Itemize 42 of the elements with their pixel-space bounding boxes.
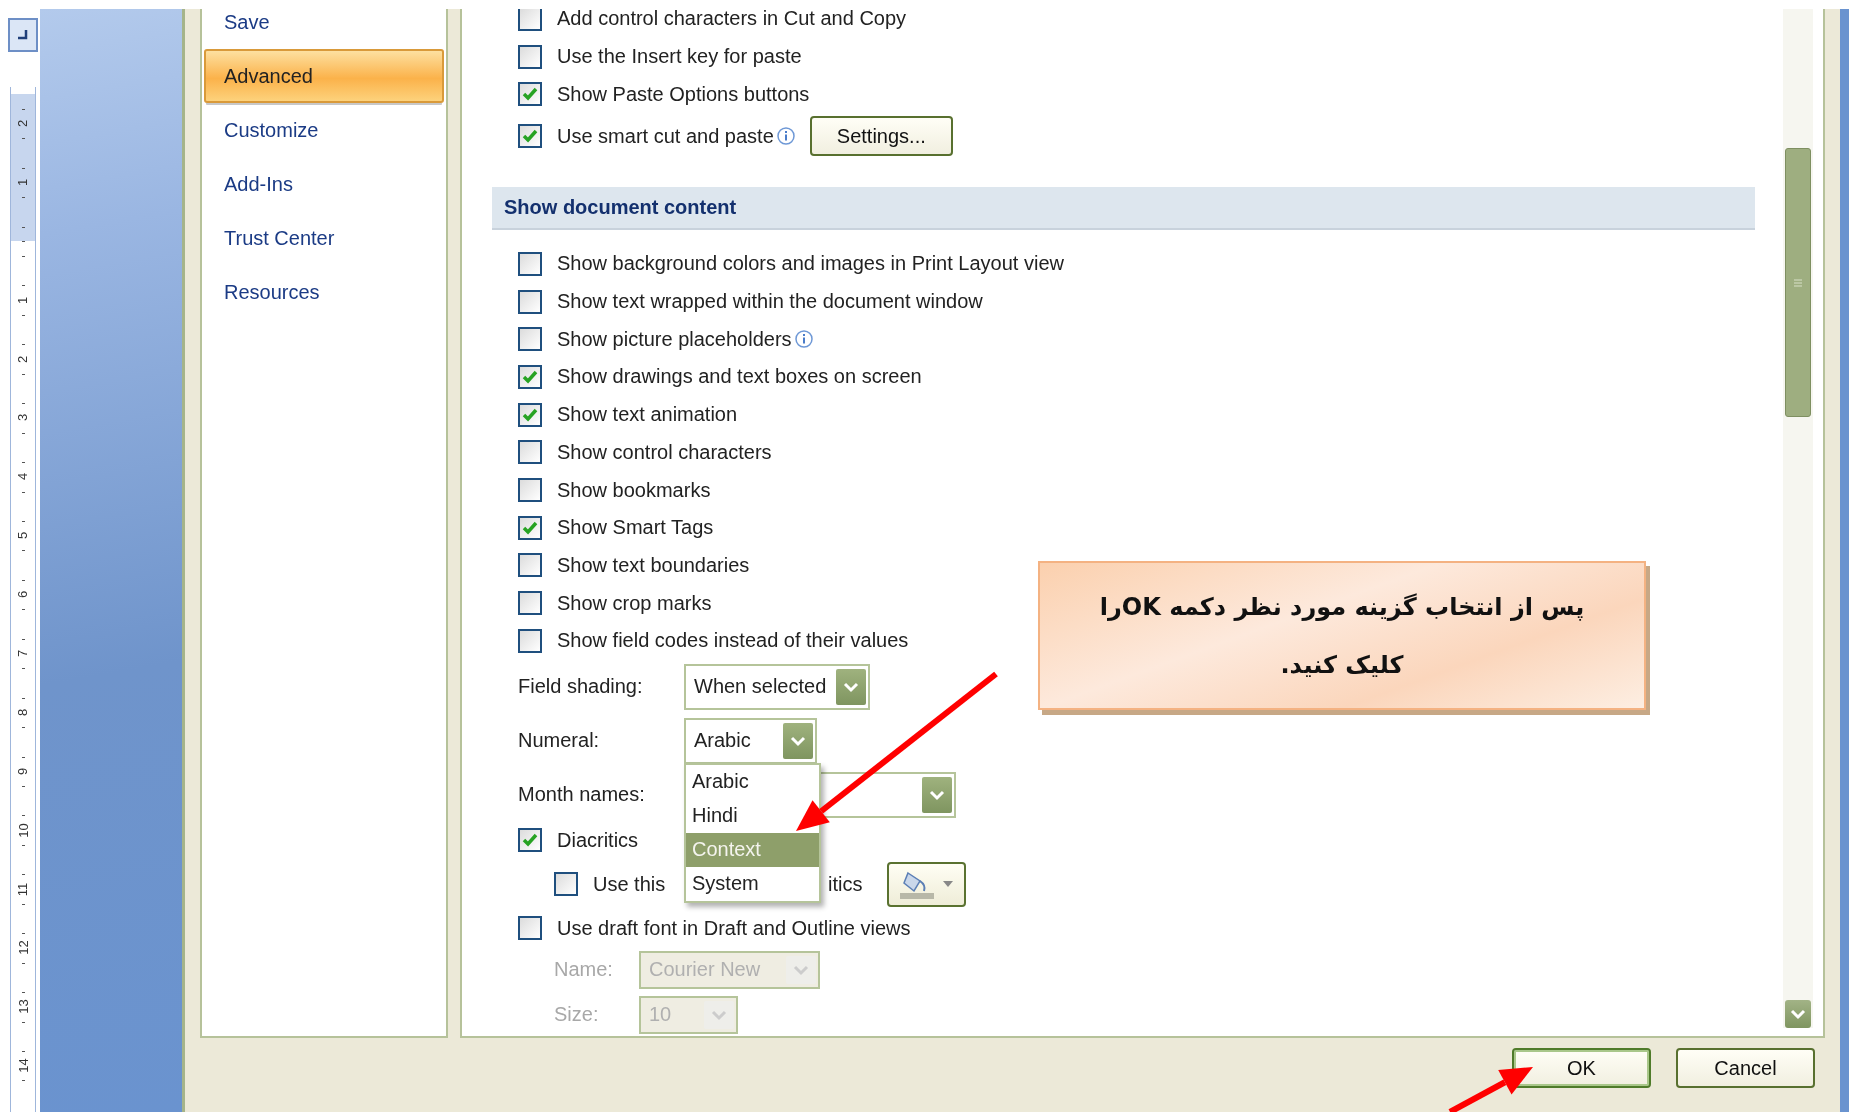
option-label: Show text boundaries [557,553,750,577]
ruler-number: 1 [15,296,31,304]
option-label: Use this [593,872,666,896]
option-label: Show background colors and images in Print Layout view [557,252,1064,276]
ruler-number: 9 [15,767,31,775]
option-label: Show Smart Tags [557,516,714,540]
field-label: Month names: [518,783,646,807]
option-label: Show field codes instead of their values [557,629,909,653]
option-label: Show text animation [557,403,738,427]
option-label: Show Paste Options buttons [557,82,810,106]
ruler-number: 10 [15,822,31,838]
option-label: Use draft font in Draft and Outline views [557,916,911,940]
ruler-number: 4 [15,473,31,481]
option-label: Show text wrapped within the document window [557,290,983,314]
option-label: itics [828,872,863,896]
option-label: Show control characters [557,440,772,464]
field-label: Field shading: [518,675,644,699]
ruler-number: 3 [15,414,31,422]
ruler-number: 5 [15,532,31,540]
option-label: Show crop marks [557,591,712,615]
ruler-number: 14 [15,1058,31,1073]
ruler-number: 7 [15,649,31,658]
field-label: Size: [554,1003,600,1026]
callout-text: پس از انتخاب گزینه مورد نظر دکمه OKرا کلیک کنید. [1098,591,1586,681]
field-label: Numeral: [518,729,601,753]
ruler-number: 6 [15,590,31,599]
ruler-number: 8 [15,708,31,716]
ruler-number: 2 [15,119,31,128]
option-label: Use the Insert key for paste [557,45,802,69]
ruler-number: 13 [15,999,31,1015]
option-label: Use smart cut and paste [557,124,774,148]
option-label: Show drawings and text boxes on screen [557,365,922,389]
option-label: Add control characters in Cut and Copy [557,9,907,31]
ruler-number: 1 [15,178,31,186]
field-label: Name: [554,958,614,981]
ruler-number: 11 [15,882,31,896]
ruler-number: 12 [15,940,31,956]
option-label: Show bookmarks [557,478,711,502]
ruler-number: 2 [15,355,31,363]
section-header: Show document content [492,187,1755,231]
option-label: Diacritics [557,828,639,852]
option-label: Show picture placeholders [557,327,792,351]
